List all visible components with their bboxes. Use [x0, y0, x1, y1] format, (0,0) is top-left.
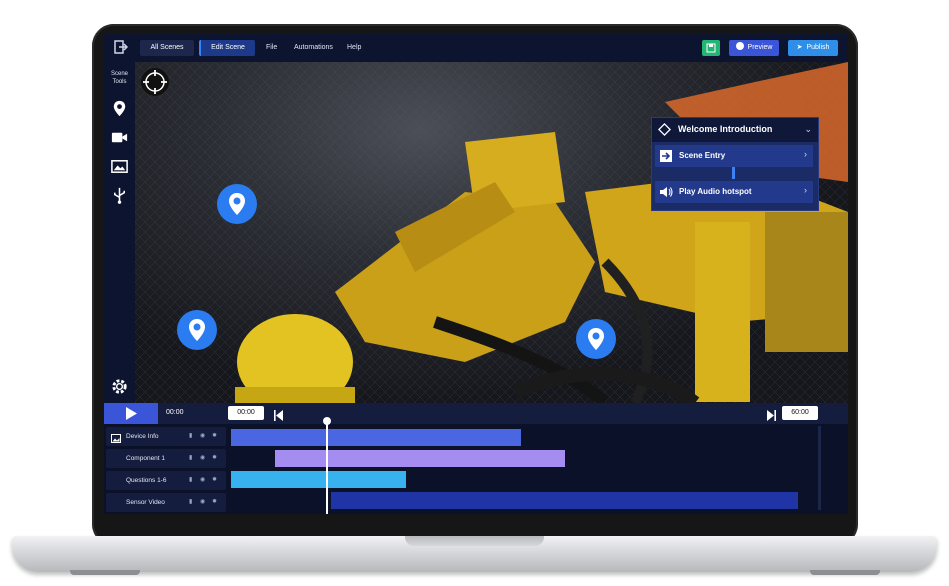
- track-bar-device-info[interactable]: [231, 429, 521, 446]
- track-bar-questions[interactable]: [231, 471, 406, 488]
- panel-row-label: Scene Entry: [679, 151, 726, 160]
- scene-photo: [135, 62, 848, 403]
- hotspot-location-pin-2[interactable]: [177, 310, 217, 350]
- track-bar-component-1[interactable]: [275, 450, 565, 467]
- top-bar: All Scenes Edit Scene File Automations H…: [104, 34, 848, 62]
- settings-icon[interactable]: ✹: [212, 471, 217, 490]
- gear-icon[interactable]: [110, 377, 129, 396]
- flow-connector: [732, 167, 735, 179]
- timeline-header: 00:00 00:00 60:00: [104, 403, 848, 424]
- end-time-input[interactable]: 60:00: [782, 406, 818, 420]
- edit-scene-button[interactable]: Edit Scene: [199, 40, 255, 56]
- playhead-handle[interactable]: [323, 417, 331, 425]
- panel-row-label: Play Audio hotspot: [679, 187, 752, 196]
- location-pin-icon: [588, 328, 604, 350]
- app-screen: All Scenes Edit Scene File Automations H…: [104, 34, 848, 514]
- usb-icon[interactable]: [110, 186, 129, 205]
- compass-icon[interactable]: [140, 67, 170, 97]
- all-scenes-button[interactable]: All Scenes: [140, 40, 194, 56]
- send-icon: ➤: [796, 44, 803, 51]
- scene-tools-title: Scene Tools: [104, 70, 135, 86]
- track-label-sensor-video[interactable]: Sensor Video ▮ ◉ ✹: [106, 493, 226, 512]
- panel-row-scene-entry[interactable]: Scene Entry ›: [655, 145, 813, 167]
- eye-icon[interactable]: ◉: [200, 449, 205, 468]
- save-button[interactable]: [702, 40, 720, 56]
- save-icon: [706, 43, 716, 53]
- exit-icon[interactable]: [113, 40, 129, 56]
- panel-row-play-audio[interactable]: Play Audio hotspot ›: [655, 181, 813, 203]
- track-label-text: Sensor Video: [126, 499, 165, 506]
- track-bar-sensor-video[interactable]: [331, 492, 798, 509]
- play-button[interactable]: [104, 403, 158, 424]
- start-time-input[interactable]: 00:00: [228, 406, 264, 420]
- speaker-icon: [659, 185, 673, 204]
- settings-icon[interactable]: ✹: [212, 449, 217, 468]
- image-icon[interactable]: [110, 157, 129, 176]
- chevron-down-icon[interactable]: ⌄: [804, 124, 812, 135]
- location-pin-icon: [229, 193, 245, 215]
- flow-icon: [658, 123, 671, 141]
- scene-tools-title-line2: Tools: [112, 79, 127, 85]
- timeline-scrollbar[interactable]: [818, 426, 821, 510]
- playhead[interactable]: [326, 420, 328, 514]
- enter-icon: [659, 149, 673, 168]
- preview-button[interactable]: Preview: [729, 40, 779, 56]
- chevron-right-icon: ›: [804, 149, 807, 159]
- hotspot-location-pin-3[interactable]: [576, 319, 616, 359]
- publish-label: Publish: [806, 44, 830, 51]
- location-pin-icon: [189, 319, 205, 341]
- lock-icon[interactable]: ▮: [189, 449, 192, 468]
- publish-button[interactable]: ➤ Publish: [788, 40, 838, 56]
- play-icon: [126, 407, 137, 420]
- eye-icon[interactable]: ◉: [200, 493, 205, 512]
- chevron-right-icon: ›: [804, 185, 807, 195]
- panel-title: Welcome Introduction: [678, 124, 773, 134]
- scene-view[interactable]: [135, 62, 848, 403]
- preview-label: Preview: [747, 44, 773, 51]
- play-circle-icon: [735, 42, 744, 50]
- eye-icon[interactable]: ◉: [200, 471, 205, 490]
- laptop-foot-right: [810, 570, 880, 575]
- lock-icon[interactable]: ▮: [189, 493, 192, 512]
- automation-panel: Welcome Introduction ⌄ Scene Entry › Pla…: [651, 117, 819, 211]
- track-label-device-info[interactable]: Device Info ▮ ◉ ✹: [106, 427, 226, 446]
- location-pin-icon[interactable]: [110, 99, 129, 118]
- track-label-text: Device Info: [126, 433, 159, 440]
- track-label-text: Questions 1-6: [126, 477, 167, 484]
- current-time: 00:00: [166, 409, 184, 416]
- lock-icon[interactable]: ▮: [189, 427, 192, 446]
- video-camera-icon[interactable]: [110, 128, 129, 147]
- eye-icon[interactable]: ◉: [200, 427, 205, 446]
- settings-icon[interactable]: ✹: [212, 427, 217, 446]
- laptop-foot-left: [70, 570, 140, 575]
- track-label-component-1[interactable]: Component 1 ▮ ◉ ✹: [106, 449, 226, 468]
- hotspot-location-pin-1[interactable]: [217, 184, 257, 224]
- track-label-questions[interactable]: Questions 1-6 ▮ ◉ ✹: [106, 471, 226, 490]
- menu-help[interactable]: Help: [347, 40, 361, 56]
- panel-header[interactable]: Welcome Introduction ⌄: [652, 118, 818, 142]
- settings-icon[interactable]: ✹: [212, 493, 217, 512]
- menu-file[interactable]: File: [266, 40, 277, 56]
- laptop-notch: [405, 536, 544, 546]
- timeline-tracks: Device Info ▮ ◉ ✹ Component 1 ▮ ◉ ✹ Ques…: [104, 424, 848, 514]
- scene-tools-title-line1: Scene: [110, 71, 128, 77]
- track-label-text: Component 1: [126, 455, 166, 462]
- menu-automations[interactable]: Automations: [294, 40, 333, 56]
- scene-tools-sidebar: Scene Tools: [104, 62, 135, 403]
- lock-icon[interactable]: ▮: [189, 471, 192, 490]
